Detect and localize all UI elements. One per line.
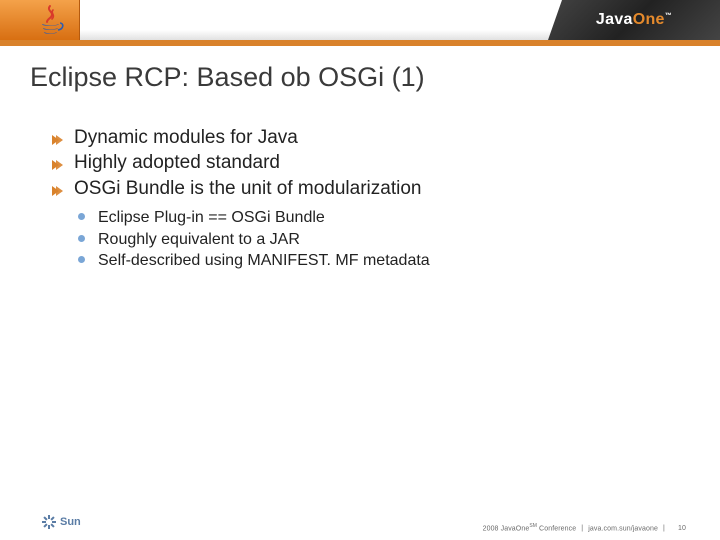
- slide-title: Eclipse RCP: Based ob OSGi (1): [30, 62, 425, 93]
- bullet-l1: OSGi Bundle is the unit of modularizatio…: [50, 177, 680, 272]
- bullet-text: Highly adopted standard: [74, 152, 280, 173]
- bullet-l2: Self-described using MANIFEST. MF metada…: [78, 250, 680, 272]
- dot-icon: [78, 256, 85, 263]
- bullet-l1: Highly adopted standard: [50, 151, 680, 175]
- brand-prefix: Java: [596, 11, 633, 28]
- bullet-l2: Eclipse Plug-in == OSGi Bundle: [78, 207, 680, 229]
- bullet-l1: Dynamic modules for Java: [50, 126, 680, 150]
- sun-logo: Sun: [42, 514, 81, 530]
- dot-icon: [78, 235, 85, 242]
- footer-url: java.com.sun/javaone: [588, 525, 658, 532]
- brand-accent: One: [633, 11, 665, 28]
- footer-conf-suffix: Conference: [537, 525, 576, 532]
- footer-conf: 2008 JavaOne: [483, 525, 530, 532]
- footer: Sun 2008 JavaOneSM Conference | java.com…: [0, 510, 720, 540]
- bullet-text: Dynamic modules for Java: [74, 127, 298, 148]
- chevron-icon: [50, 181, 64, 195]
- footer-text: 2008 JavaOneSM Conference | java.com.sun…: [483, 523, 686, 532]
- java-logo-icon: [34, 4, 66, 38]
- slide-body: Dynamic modules for Java Highly adopted …: [50, 126, 680, 273]
- footer-sep: |: [581, 525, 583, 532]
- footer-page: 10: [678, 525, 686, 532]
- javaone-brand-badge: JavaOne™: [548, 0, 720, 40]
- brand-tm: ™: [665, 13, 672, 20]
- dot-icon: [78, 213, 85, 220]
- sun-icon: [42, 515, 56, 529]
- header-bar: JavaOne™: [0, 0, 720, 46]
- sun-text: Sun: [60, 516, 81, 528]
- footer-sep: |: [663, 525, 665, 532]
- chevron-icon: [50, 130, 64, 144]
- bullet-l2: Roughly equivalent to a JAR: [78, 229, 680, 251]
- chevron-icon: [50, 155, 64, 169]
- bullet-text: Self-described using MANIFEST. MF metada…: [98, 252, 430, 269]
- footer-sm: SM: [529, 523, 537, 529]
- bullet-text: OSGi Bundle is the unit of modularizatio…: [74, 178, 421, 199]
- bullet-text: Roughly equivalent to a JAR: [98, 231, 300, 248]
- bullet-text: Eclipse Plug-in == OSGi Bundle: [98, 209, 325, 226]
